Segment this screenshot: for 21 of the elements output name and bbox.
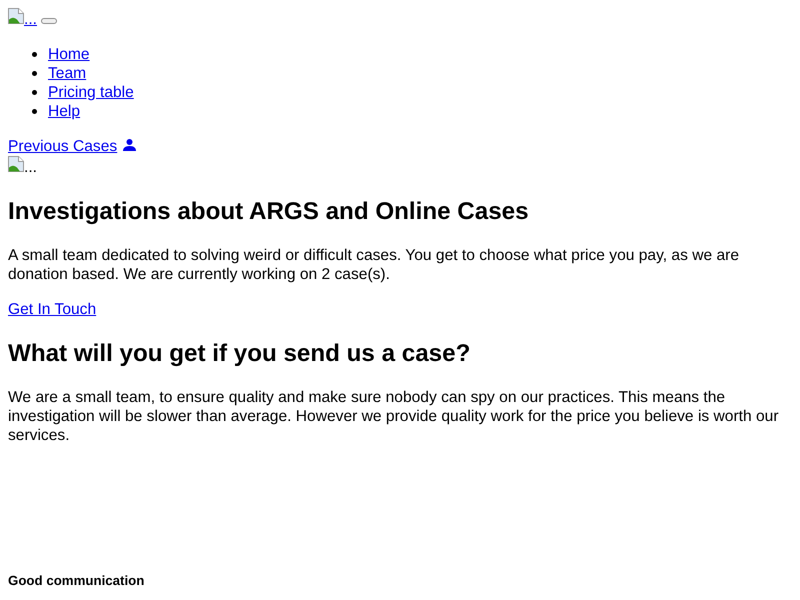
bullet-icon [32,52,37,58]
image-alt-text: ... [24,159,37,176]
nav-link[interactable]: Pricing table [48,84,134,101]
broken-image-icon [8,8,24,24]
nav-link[interactable]: Help [48,103,80,120]
section-title: What will you get if you send us a case? [8,339,472,368]
person-icon [123,139,136,151]
previous-cases-link[interactable]: Previous Cases [8,138,136,155]
bullet-icon [32,90,37,96]
nav-link[interactable]: Home [48,46,90,63]
bullet-icon [32,71,37,76]
hero-text: A small team dedicated to solving weird or difficult cases. You get to choose what price you pay, as we are donation based. We are currently working on 2 case(s). [8,246,740,284]
section-text: We are a small team, to ensure quality and make sure nobody can spy on our practices. This means the investigation will be slower than average. However we provide quality work for the price you believe is worth our services. [8,388,780,445]
hero-title: Investigations about ARGS and Online Cases [8,197,530,226]
broken-image-icon [8,156,24,172]
feature-title: Good communication [8,573,146,588]
bullet-icon [32,109,37,114]
menu-toggle-button[interactable] [41,18,57,24]
nav-link[interactable]: Team [48,65,86,82]
get-in-touch-link[interactable]: Get In Touch [8,301,96,318]
logo-link[interactable]: ... [8,11,37,28]
